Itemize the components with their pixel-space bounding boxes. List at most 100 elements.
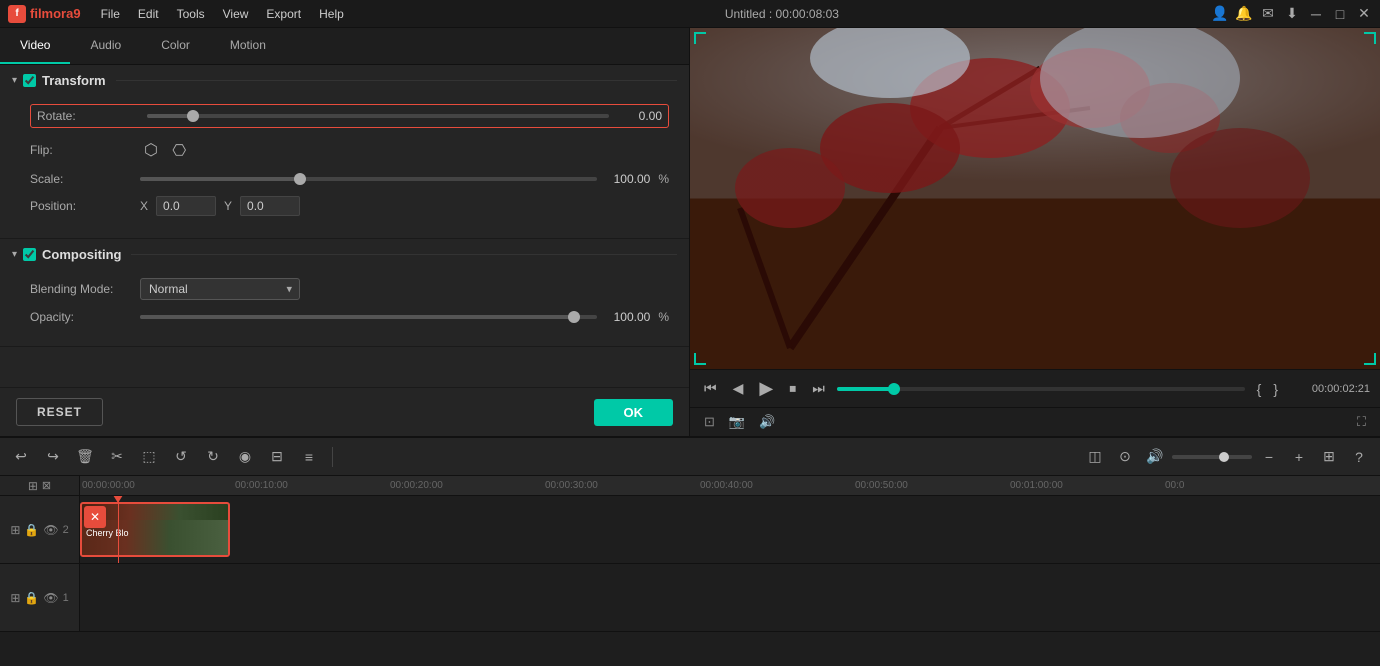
blending-mode-label: Blending Mode: — [30, 282, 140, 296]
scale-unit: % — [658, 172, 669, 186]
track-eye-icon-1[interactable]: 👁 — [43, 591, 58, 605]
menu-tools[interactable]: Tools — [169, 5, 213, 23]
help-button[interactable]: ? — [1346, 444, 1372, 470]
opacity-slider-track[interactable] — [140, 315, 597, 319]
tab-color[interactable]: Color — [141, 28, 210, 64]
scale-prop: Scale: 100.00 % — [30, 172, 669, 186]
snapshot-button[interactable]: 📷 — [725, 412, 749, 432]
fullscreen-button[interactable]: ⛶ — [1353, 412, 1370, 432]
track-content-2: ✕ Cherry Blo — [80, 496, 1380, 563]
opacity-slider-thumb[interactable] — [568, 311, 580, 323]
track-header-2: ⊞ 🔒 👁 2 — [0, 496, 80, 563]
crop-button[interactable]: ⬚ — [136, 444, 162, 470]
ruler-mark-3: 00:00:30:00 — [545, 480, 700, 491]
compositing-toggle[interactable] — [23, 248, 36, 261]
tab-audio[interactable]: Audio — [70, 28, 141, 64]
transform-section: ▾ Transform Rotate: — [0, 65, 689, 239]
add-media-button[interactable]: ◫ — [1082, 444, 1108, 470]
zoom-in-button[interactable]: + — [1286, 444, 1312, 470]
compositing-chevron[interactable]: ▾ — [12, 249, 17, 260]
compositing-title: Compositing — [42, 247, 121, 262]
skip-back-button[interactable]: ⏮ — [700, 378, 721, 399]
audio-button[interactable]: 🔊 — [1142, 444, 1168, 470]
color-button[interactable]: ◉ — [232, 444, 258, 470]
rotate-left-button[interactable]: ↺ — [168, 444, 194, 470]
menu-help[interactable]: Help — [311, 5, 352, 23]
position-y-label: Y — [224, 199, 232, 213]
maximize-button[interactable]: □ — [1332, 6, 1348, 22]
download-icon[interactable]: ⬇ — [1284, 6, 1300, 22]
timeline: ⊞ ⊠ 00:00:00:00 00:00:10:00 00:00:20:00 … — [0, 476, 1380, 666]
transform-chevron[interactable]: ▾ — [12, 75, 17, 86]
reset-button[interactable]: RESET — [16, 398, 103, 426]
close-button[interactable]: ✕ — [1356, 6, 1372, 22]
tab-video[interactable]: Video — [0, 28, 70, 64]
transform-toggle[interactable] — [23, 74, 36, 87]
undo-button[interactable]: ↩ — [8, 444, 34, 470]
progress-thumb[interactable] — [888, 383, 900, 395]
bracket-right-button[interactable]: } — [1269, 379, 1282, 399]
track-visibility-icon[interactable]: 👁 — [43, 523, 58, 537]
rotate-slider-thumb[interactable] — [187, 110, 199, 122]
redo-button[interactable]: ↪ — [40, 444, 66, 470]
minimize-button[interactable]: ─ — [1308, 6, 1324, 22]
track-lock-icon-1[interactable]: 🔒 — [24, 591, 39, 605]
play-back-button[interactable]: ◀ — [729, 378, 748, 399]
transform-content: Rotate: 0.00 Flip: — [0, 96, 689, 238]
zoom-slider[interactable] — [1172, 455, 1252, 459]
user-icon[interactable]: 👤 — [1212, 6, 1228, 22]
pip-button[interactable]: ⊡ — [700, 412, 719, 432]
volume-button[interactable]: 🔊 — [755, 412, 779, 432]
tab-motion[interactable]: Motion — [210, 28, 286, 64]
email-icon[interactable]: ✉ — [1260, 6, 1276, 22]
fit-button[interactable]: ⊞ — [1316, 444, 1342, 470]
position-y-input[interactable] — [240, 196, 300, 216]
video-clip-1[interactable]: ✕ Cherry Blo — [80, 502, 230, 557]
preview-corner-br — [1364, 353, 1376, 365]
add-track-button[interactable]: ⊞ — [28, 479, 38, 493]
menu-file[interactable]: File — [93, 5, 128, 23]
split-button[interactable]: ⊟ — [264, 444, 290, 470]
notification-icon[interactable]: 🔔 — [1236, 6, 1252, 22]
scale-slider-track[interactable] — [140, 177, 597, 181]
cut-button[interactable]: ✂ — [104, 444, 130, 470]
bracket-left-button[interactable]: { — [1253, 379, 1266, 399]
menu-edit[interactable]: Edit — [130, 5, 167, 23]
delete-button[interactable]: 🗑 — [72, 444, 98, 470]
progress-bar[interactable] — [837, 387, 1245, 391]
track-grid-icon-1[interactable]: ⊞ — [10, 591, 20, 605]
track-lock-icon[interactable]: 🔒 — [24, 523, 39, 537]
blending-mode-select-wrap: Normal Dissolve Multiply Screen Overlay — [140, 278, 300, 300]
flip-horizontal-button[interactable]: ⬡ — [140, 138, 162, 162]
stop-button[interactable]: ⏹ — [785, 378, 800, 399]
position-x-input[interactable] — [156, 196, 216, 216]
scale-slider-thumb[interactable] — [294, 173, 306, 185]
rotate-slider-track[interactable] — [147, 114, 609, 118]
zoom-out-button[interactable]: − — [1256, 444, 1282, 470]
flip-prop: Flip: ⬡ ⬡ — [30, 138, 669, 162]
scale-value: 100.00 — [605, 172, 650, 186]
headphones-button[interactable]: ⊙ — [1112, 444, 1138, 470]
flip-vertical-button[interactable]: ⬡ — [167, 139, 191, 161]
track-row-1: ⊞ 🔒 👁 1 — [0, 564, 1380, 632]
blending-mode-select[interactable]: Normal Dissolve Multiply Screen Overlay — [140, 278, 300, 300]
menu-view[interactable]: View — [215, 5, 257, 23]
play-button[interactable]: ▶ — [755, 376, 777, 401]
skip-forward-button[interactable]: ⏭ — [808, 378, 829, 399]
more-button[interactable]: ≡ — [296, 444, 322, 470]
clip-label: Cherry Blo — [86, 528, 129, 538]
ruler-mark-7: 00:0 — [1165, 480, 1184, 491]
timeline-ruler-header: ⊞ ⊠ — [0, 476, 80, 496]
zoom-thumb[interactable] — [1219, 452, 1229, 462]
rotate-right-button[interactable]: ↻ — [200, 444, 226, 470]
snap-button[interactable]: ⊠ — [42, 479, 51, 492]
ok-button[interactable]: OK — [594, 399, 674, 426]
opacity-slider-fill — [140, 315, 574, 319]
preview-corner-tr — [1364, 32, 1376, 44]
playhead[interactable] — [118, 496, 119, 563]
clip-delete-button[interactable]: ✕ — [84, 506, 106, 528]
menu-export[interactable]: Export — [258, 5, 309, 23]
opacity-label: Opacity: — [30, 310, 140, 324]
track-grid-icon[interactable]: ⊞ — [10, 523, 20, 537]
rotate-prop: Rotate: 0.00 — [37, 109, 662, 123]
